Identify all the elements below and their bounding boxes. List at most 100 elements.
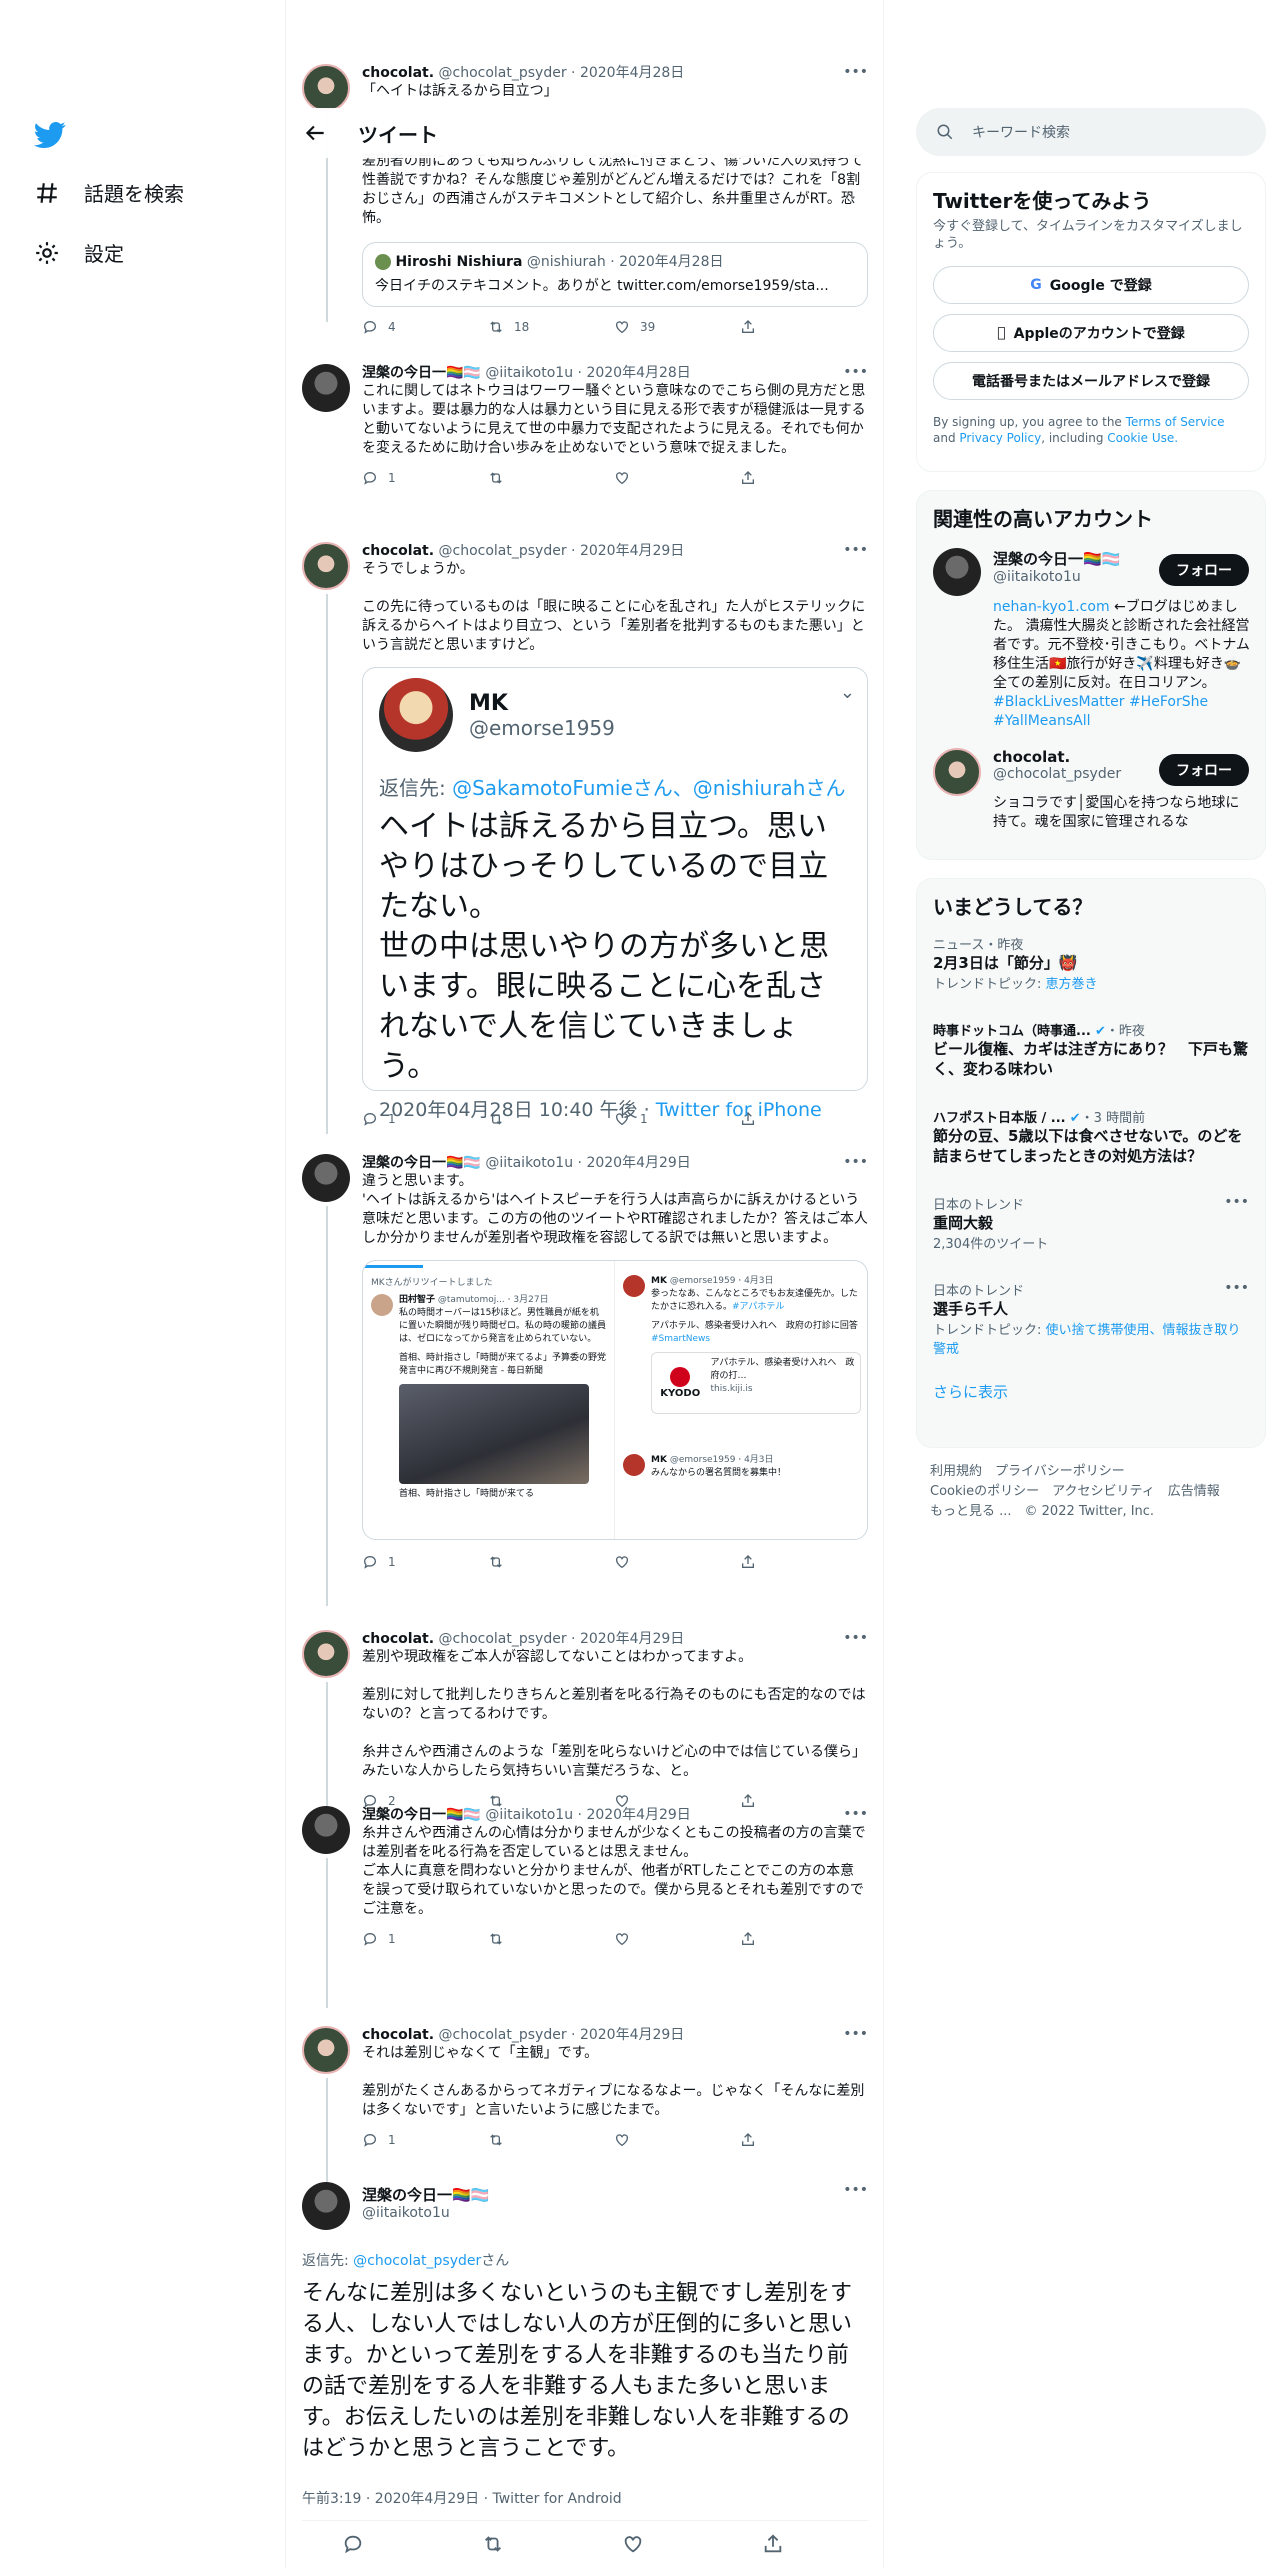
twitter-logo-icon[interactable] [34,118,66,150]
tweet-d[interactable]: 涅槃の今日一🏳️‍🌈🏳️‍⚧️ @iitaikoto1u · 2020年4月29… [302,1154,868,1614]
more-icon[interactable]: ••• [843,2026,868,2042]
account-name[interactable]: chocolat. [993,748,1121,766]
like-button[interactable] [622,2533,762,2555]
retweet-button[interactable] [488,1931,614,1947]
more-icon[interactable]: ••• [843,64,868,80]
reply-button[interactable] [342,2533,482,2555]
bio-hashtag[interactable]: #YallMeansAll [993,713,1091,729]
more-icon[interactable]: ••• [843,542,868,558]
author-name[interactable]: 涅槃の今日一🏳️‍🌈🏳️‍⚧️ [362,365,481,381]
author-handle[interactable]: @iitaikoto1u [485,1807,573,1823]
reply-button[interactable]: 1 [362,1931,488,1947]
reply-button[interactable]: 1 [362,470,488,486]
tweet-b[interactable]: 涅槃の今日一🏳️‍🌈🏳️‍⚧️ @iitaikoto1u · 2020年4月28… [302,364,868,524]
tweet-meta[interactable]: 午前3:19 · 2020年4月29日 · Twitter for Androi… [302,2488,622,2508]
trend-item[interactable]: 日本のトレンド ••• 重岡大毅 2,304件のツイート [917,1184,1265,1262]
follow-button[interactable]: フォロー [1159,554,1249,586]
more-icon[interactable]: ••• [1224,1194,1249,1210]
like-button[interactable] [614,1554,740,1570]
tweet-e[interactable]: chocolat. @chocolat_psyder · 2020年4月29日 … [302,1630,868,1830]
bio-hashtag[interactable]: #BlackLivesMatter [993,694,1125,710]
tweet-f[interactable]: 涅槃の今日一🏳️‍🌈🏳️‍⚧️ @iitaikoto1u · 2020年4月29… [302,1806,868,2006]
more-icon[interactable]: ••• [1224,1280,1249,1296]
more-icon[interactable]: ••• [843,1154,868,1170]
retweet-button[interactable] [488,470,614,486]
share-button[interactable] [762,2533,883,2555]
bio-link[interactable]: nehan-kyo1.com [993,599,1110,615]
account-name[interactable]: 涅槃の今日一🏳️‍🌈🏳️‍⚧️ [993,548,1120,569]
related-account-1[interactable]: 涅槃の今日一🏳️‍🌈🏳️‍⚧️ @iitaikoto1u フォロー nehan-… [917,536,1265,736]
terms-link[interactable]: Terms of Service [1126,415,1225,429]
trend-item[interactable]: 日本のトレンド ••• 選手ら千人 トレンドトピック: 使い捨て携帯使用、情報抜… [917,1270,1265,1367]
show-more-link[interactable]: さらに表示 [917,1367,1265,1416]
retweet-button[interactable] [482,2533,622,2555]
tweet-date[interactable]: 2020年4月28日 [586,365,690,381]
author-name[interactable]: 涅槃の今日一🏳️‍🌈🏳️‍⚧️ [362,1807,481,1823]
quoted-tweet[interactable]: Hiroshi Nishiura @nishiurah · 2020年4月28日… [362,242,868,307]
author-name[interactable]: chocolat. [362,2027,434,2043]
cookie-link[interactable]: Cookie Use. [1107,431,1178,445]
tweet-date[interactable]: 2020年4月29日 [580,2027,684,2043]
footer-line-1[interactable]: 利用規約 プライバシーポリシー [930,1462,1220,1482]
avatar[interactable] [933,748,981,796]
search-box[interactable]: キーワード検索 [916,108,1266,156]
avatar[interactable] [302,2182,350,2230]
share-button[interactable] [740,2132,866,2148]
author-name[interactable]: chocolat. [362,543,434,559]
share-button[interactable] [740,1554,866,1570]
reply-button[interactable]: 1 [362,2132,488,2148]
avatar[interactable] [302,2026,350,2074]
tweet-a[interactable]: 差別者の前にあっても知らんぷりして沈黙に付きまとう、傷ついた人の気持って性善説で… [302,152,868,344]
author-handle[interactable]: @iitaikoto1u [485,1155,573,1171]
retweet-button[interactable] [488,1554,614,1570]
tweet-date[interactable]: 2020年4月29日 [580,543,684,559]
nav-settings[interactable]: 設定 [34,238,124,267]
nav-explore[interactable]: 話題を検索 [34,178,184,207]
main-tweet[interactable]: 涅槃の今日一🏳️‍🌈🏳️‍⚧️ @iitaikoto1u ••• 返信先: @c… [302,2182,868,2568]
related-account-2[interactable]: chocolat. @chocolat_psyder フォロー ショコラです│愛… [917,736,1265,836]
follow-button[interactable]: フォロー [1159,754,1249,786]
back-arrow-icon[interactable] [302,120,328,146]
trend-sub-link[interactable]: 恵方巻き [1046,977,1098,992]
bio-hashtag[interactable]: #HeForShe [1129,694,1208,710]
tweet-top[interactable]: chocolat. @chocolat_psyder · 2020年4月28日 … [302,64,868,114]
avatar[interactable] [302,542,350,590]
author-name[interactable]: chocolat. [362,1631,434,1647]
trend-item[interactable]: ニュース・昨夜 2月3日は「節分」👹 トレンドトピック: 恵方巻き [917,924,1265,1002]
like-button[interactable]: 39 [614,319,740,335]
reply-button[interactable]: 1 [362,1554,488,1570]
author-handle[interactable]: @iitaikoto1u [362,2205,489,2221]
screenshot-image[interactable]: MKさんがリツイートしました 田村智子 @tamutomoj... · 3月27… [362,1260,868,1540]
reply-button[interactable]: 4 [362,319,488,335]
author-handle[interactable]: @chocolat_psyder [439,1631,567,1647]
tweet-g[interactable]: chocolat. @chocolat_psyder · 2020年4月29日 … [302,2026,868,2186]
privacy-link[interactable]: Privacy Policy [959,431,1041,445]
like-button[interactable] [614,1931,740,1947]
more-icon[interactable]: ••• [843,364,868,380]
retweet-button[interactable] [488,2132,614,2148]
reply-to-link[interactable]: @chocolat_psyder [353,2253,481,2269]
share-button[interactable] [740,1931,866,1947]
like-button[interactable] [614,2132,740,2148]
author-handle[interactable]: @chocolat_psyder [439,543,567,559]
more-icon[interactable]: ••• [843,1806,868,1822]
author-handle[interactable]: @chocolat_psyder [439,65,567,81]
author-handle[interactable]: @chocolat_psyder [439,2027,567,2043]
trend-item[interactable]: ハフポスト日本版 / ... ✔・3 時間前 節分の豆、5歳以下は食べさせないで… [917,1097,1265,1176]
footer-line-2[interactable]: Cookieのポリシー アクセシビリティ 広告情報 [930,1482,1220,1502]
account-handle[interactable]: @chocolat_psyder [993,766,1121,782]
retweet-button[interactable]: 18 [488,319,614,335]
share-button[interactable] [740,470,866,486]
avatar[interactable] [302,1154,350,1202]
tweet-date[interactable]: 2020年4月28日 [580,65,684,81]
tweet-c[interactable]: chocolat. @chocolat_psyder · 2020年4月29日 … [302,542,868,1142]
share-button[interactable] [740,319,866,335]
avatar[interactable] [302,64,350,112]
avatar[interactable] [302,1630,350,1678]
author-name[interactable]: chocolat. [362,65,434,81]
account-handle[interactable]: @iitaikoto1u [993,569,1120,585]
like-button[interactable] [614,470,740,486]
author-handle[interactable]: @iitaikoto1u [485,365,573,381]
phone-signup-button[interactable]: 電話番号またはメールアドレスで登録 [933,362,1249,400]
apple-signup-button[interactable]: Appleのアカウントで登録 [933,314,1249,352]
